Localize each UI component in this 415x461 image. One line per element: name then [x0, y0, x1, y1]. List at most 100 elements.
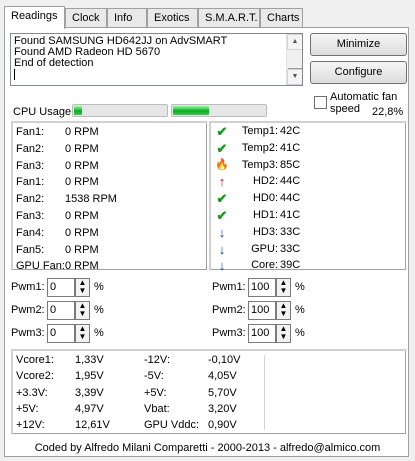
temp-name: HD2:: [252, 175, 278, 188]
temp-value: 42C: [280, 125, 301, 137]
voltage-value: 5,70V: [208, 386, 237, 399]
voltage-value: 0,90V: [208, 419, 237, 432]
tab-readings[interactable]: Readings: [4, 6, 65, 29]
fan-value: 0 RPM: [65, 142, 99, 155]
fan-value: 0 RPM: [65, 260, 99, 273]
pwm-control: Pwm1: 100 ▲ ▼%: [212, 278, 322, 298]
temp-value: 41C: [280, 141, 301, 154]
voltage-name: +12V:: [16, 419, 45, 432]
voltage-value: 4,97V: [75, 402, 104, 415]
pwm-unit: %: [295, 304, 305, 316]
voltage-value: 1,95V: [75, 370, 104, 383]
pwm-label: Pwm2:: [212, 304, 246, 316]
temp-name: HD0:: [252, 192, 278, 205]
voltage-name: +5V:: [16, 402, 39, 415]
pwm-value-input[interactable]: 0: [47, 278, 75, 297]
voltage-name: -5V:: [144, 370, 164, 383]
temp-name: GPU:: [251, 242, 278, 255]
spin-arrows-icon[interactable]: ▲ ▼: [276, 301, 291, 320]
temp-name: Temp1:: [241, 125, 278, 137]
fan-value: 0 RPM: [65, 226, 99, 239]
arrow-down-icon: ↓: [218, 224, 226, 240]
check-icon: ✔: [216, 208, 228, 223]
fan-name: Fan2:: [16, 142, 45, 155]
temp-value: 41C: [280, 209, 301, 221]
text-caret: [14, 69, 15, 80]
pwm-unit: %: [295, 327, 305, 339]
pwm-control: Pwm1: 0 ▲ ▼%: [11, 278, 121, 298]
pwm-control: Pwm2: 100 ▲ ▼%: [212, 301, 322, 321]
pwm-unit: %: [94, 327, 104, 339]
check-icon: ✔: [216, 124, 228, 139]
temp-name: HD3:: [252, 225, 278, 238]
fan-value: 0 RPM: [65, 210, 99, 222]
arrow-down-icon: ↓: [218, 258, 226, 274]
fan-name: Fan1:: [16, 126, 45, 138]
tab-smart[interactable]: S.M.A.R.T.: [198, 8, 260, 28]
pwm-value-input[interactable]: 0: [47, 324, 75, 343]
pwm-label: Pwm3:: [11, 327, 45, 339]
temp-value: 44C: [280, 175, 301, 188]
fan-value: 0 RPM: [65, 243, 99, 256]
temp-value: 33C: [280, 242, 301, 255]
check-icon: ✔: [216, 191, 228, 207]
scroll-down-icon[interactable]: ▼: [287, 69, 302, 85]
pwm-label: Pwm2:: [11, 304, 45, 316]
voltage-name: GPU Vddc:: [144, 419, 200, 432]
arrow-down-icon: ↓: [218, 241, 226, 257]
voltage-divider: [264, 355, 265, 430]
pwm-value-input[interactable]: 100: [248, 324, 276, 343]
fan-value: 0 RPM: [65, 126, 99, 138]
voltage-name: Vbat:: [144, 402, 170, 415]
pwm-value-input[interactable]: 0: [47, 301, 75, 320]
tab-exotics[interactable]: Exotics: [147, 8, 198, 28]
temp-name: Temp2:: [241, 141, 278, 154]
minimize-button[interactable]: Minimize: [310, 33, 407, 56]
arrow-up-icon: ↑: [218, 174, 226, 190]
voltage-value: 3,39V: [75, 386, 104, 399]
configure-button[interactable]: Configure: [310, 61, 407, 84]
fan-value: 1538 RPM: [65, 193, 117, 206]
pwm-value-input[interactable]: 100: [248, 301, 276, 320]
temp-value: 39C: [280, 259, 301, 272]
detection-log[interactable]: Found SAMSUNG HD642JJ on AdvSMART Found …: [10, 33, 303, 86]
cpu-core1-fill: [74, 106, 82, 115]
fan-value: 0 RPM: [65, 176, 99, 189]
tab-charts[interactable]: Charts: [260, 8, 303, 28]
cpu-core1-bar: [72, 104, 168, 117]
spin-arrows-icon[interactable]: ▲ ▼: [75, 278, 90, 297]
voltage-value: 1,33V: [75, 354, 104, 366]
pwm-control: Pwm3: 0 ▲ ▼%: [11, 324, 121, 344]
fan-name: Fan3:: [16, 159, 45, 172]
temp-name: HD1:: [252, 209, 278, 221]
voltage-name: +5V:: [144, 386, 167, 399]
pwm-unit: %: [94, 281, 104, 293]
spin-arrows-icon[interactable]: ▲ ▼: [75, 301, 90, 320]
pwm-value-input[interactable]: 100: [248, 278, 276, 297]
tab-clock[interactable]: Clock: [65, 8, 107, 28]
automatic-fan-speed-checkbox[interactable]: [314, 96, 327, 109]
spin-arrows-icon[interactable]: ▲ ▼: [75, 324, 90, 343]
fan-name: Fan1:: [16, 176, 45, 189]
temp-name: Temp3:: [241, 158, 278, 171]
pwm-unit: %: [94, 304, 104, 316]
spin-arrows-icon[interactable]: ▲ ▼: [276, 324, 291, 343]
voltage-value: -0,10V: [208, 354, 241, 366]
tab-info[interactable]: Info: [107, 8, 147, 28]
temp-value: 44C: [280, 192, 301, 205]
temp-value: 85C: [280, 158, 301, 171]
cpu-core2-fill: [173, 106, 209, 115]
pwm-label: Pwm1:: [11, 281, 45, 293]
pwm-control: Pwm3: 100 ▲ ▼%: [212, 324, 322, 344]
pwm-label: Pwm3:: [212, 327, 246, 339]
cpu-usage-label: CPU Usage: [13, 106, 72, 118]
pwm-control: Pwm2: 0 ▲ ▼%: [11, 301, 121, 321]
fan-value: 0 RPM: [65, 159, 99, 172]
voltage-name: -12V:: [144, 354, 170, 366]
spin-arrows-icon[interactable]: ▲ ▼: [276, 278, 291, 297]
voltage-name: Vcore1:: [16, 354, 54, 366]
scroll-up-icon[interactable]: ▲: [287, 34, 302, 50]
credits-footer: Coded by Alfredo Milani Comparetti - 200…: [34, 442, 381, 454]
fan-name: Fan3:: [16, 210, 45, 222]
log-scrollbar[interactable]: ▲ ▼: [286, 34, 302, 85]
